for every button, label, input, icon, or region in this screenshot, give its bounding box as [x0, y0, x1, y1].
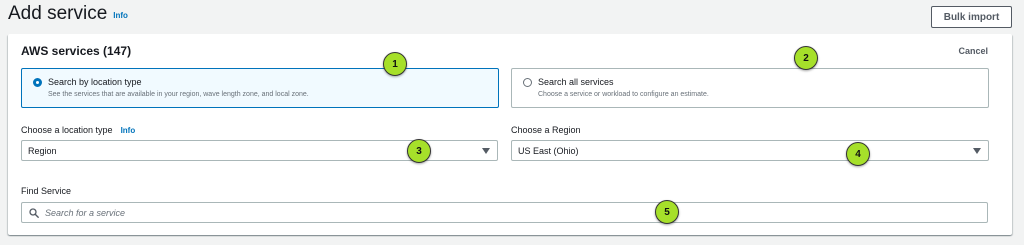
search-placeholder: Search for a service [45, 207, 126, 218]
tile-description: Choose a service or workload to configur… [538, 91, 709, 98]
panel-title: AWS services (147) [21, 44, 132, 58]
tile-description: See the services that are available in y… [48, 91, 309, 98]
title-info-link[interactable]: Info [113, 11, 128, 20]
tile-search-all-services[interactable]: Search all services Choose a service or … [511, 68, 989, 108]
cancel-link[interactable]: Cancel [958, 46, 988, 56]
caret-down-icon [973, 148, 981, 154]
tile-label: Search by location type [48, 77, 142, 87]
location-type-info-link[interactable]: Info [121, 126, 136, 135]
region-value: US East (Ohio) [518, 145, 579, 156]
find-service-search[interactable]: Search for a service [21, 202, 988, 223]
callout-badge-1: 1 [383, 52, 407, 76]
page-title-text: Add service [8, 3, 108, 24]
radio-selected-icon[interactable] [33, 78, 42, 87]
radio-unselected-icon[interactable] [523, 78, 532, 87]
location-type-label: Choose a location type Info [21, 125, 135, 135]
region-label: Choose a Region [511, 125, 581, 135]
callout-badge-4: 4 [846, 142, 870, 166]
region-select[interactable]: US East (Ohio) [511, 140, 989, 161]
aws-services-panel: AWS services (147) Cancel Search by loca… [8, 34, 1012, 235]
callout-badge-5: 5 [655, 200, 679, 224]
search-icon [29, 207, 39, 218]
location-type-value: Region [28, 145, 57, 156]
region-label-text: Choose a Region [511, 125, 581, 135]
tile-search-by-location-type[interactable]: Search by location type See the services… [21, 68, 499, 108]
tile-label: Search all services [538, 77, 614, 87]
callout-badge-3: 3 [407, 139, 431, 163]
find-service-label-text: Find Service [21, 186, 72, 196]
callout-badge-2: 2 [794, 46, 818, 70]
find-service-label: Find Service [21, 186, 71, 196]
location-type-label-text: Choose a location type [21, 125, 113, 135]
caret-down-icon [482, 148, 490, 154]
page-title: Add service Info [8, 3, 128, 25]
bulk-import-button[interactable]: Bulk import [931, 6, 1012, 28]
